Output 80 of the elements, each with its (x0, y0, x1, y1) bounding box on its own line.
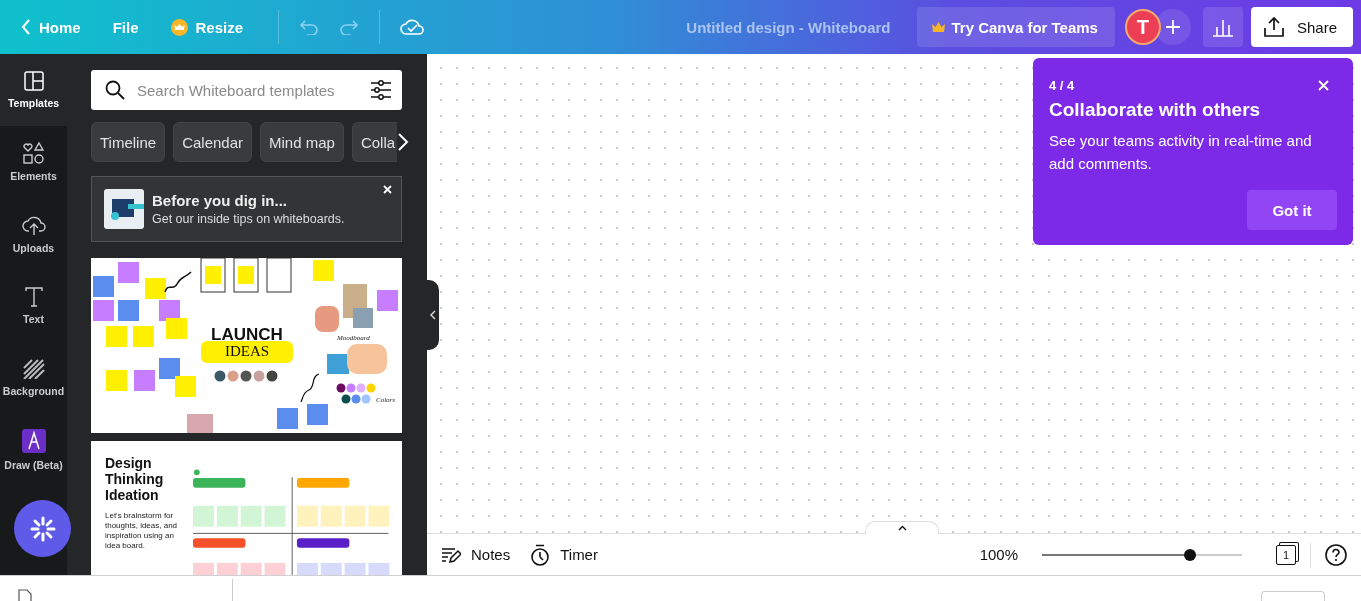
try-teams-button[interactable]: Try Canva for Teams (916, 7, 1115, 47)
upload-icon (1262, 16, 1285, 38)
user-avatar[interactable]: T (1124, 9, 1161, 45)
template-thumbnail[interactable]: Design Thinking Ideation Let's brainstorm for thoughts, ideas, and inspiration using an idea board. (91, 441, 402, 575)
photo-thumbnail (187, 414, 213, 433)
zoom-percentage[interactable]: 100% (979, 546, 1018, 563)
crown-icon (931, 21, 945, 33)
share-button[interactable]: Share (1250, 7, 1353, 47)
note-column (200, 258, 226, 293)
sparkle-icon (29, 515, 56, 542)
squiggle-line (164, 271, 192, 293)
tooltip-title: Collaborate with others (1049, 99, 1262, 121)
template-title: Design Thinking Ideation (105, 455, 165, 504)
layout-icon (23, 71, 44, 91)
bar-chart-icon (1211, 17, 1234, 37)
stopwatch-icon (530, 543, 551, 566)
letter-t-icon (24, 287, 43, 307)
help-icon[interactable] (1325, 543, 1347, 566)
category-chip[interactable]: Timeline (91, 122, 166, 162)
chevron-up-icon (897, 525, 907, 531)
template-title: LAUNCH (211, 325, 283, 344)
collapse-panel-handle[interactable] (427, 280, 439, 350)
sticky-note (133, 326, 154, 347)
close-icon[interactable] (383, 185, 392, 194)
sticky-note (313, 260, 334, 281)
sticky-note (134, 370, 155, 391)
sticky-note (145, 278, 166, 299)
sticky-note (93, 276, 114, 297)
sticky-note (307, 404, 328, 425)
step-counter: 4 / 4 (1049, 78, 1075, 93)
category-chip[interactable]: Calendar (173, 122, 252, 162)
notes-icon (441, 545, 461, 564)
rail-tab[interactable]: Templates (0, 54, 67, 126)
file-icon (18, 589, 32, 601)
plus-icon (1165, 20, 1180, 34)
sticky-note (377, 290, 398, 311)
zoom-slider[interactable] (1042, 547, 1242, 562)
crown-icon (170, 18, 188, 36)
template-description: Let's brainstorm for thoughts, ideas, and inspiration using an idea board. (105, 511, 179, 552)
sticky-note (106, 326, 127, 347)
note-column (233, 258, 259, 293)
squiggle-line (300, 373, 320, 403)
pen-icon (21, 429, 46, 453)
tip-card[interactable]: Before you dig in... Get our inside tips on whiteboards. (91, 176, 402, 242)
hatch-icon (22, 359, 45, 379)
sticky-note (118, 262, 139, 283)
slider-thumb[interactable] (1184, 548, 1196, 561)
template-title: IDEAS (224, 343, 270, 359)
apps-fab-button[interactable] (14, 500, 71, 557)
cloud-upload-icon (21, 214, 46, 236)
tips-thumbnail-icon (104, 189, 144, 229)
notes-button[interactable]: Notes (441, 545, 511, 564)
shapes-icon (22, 142, 45, 164)
filter-icon[interactable] (370, 80, 392, 100)
sticky-note (175, 376, 196, 397)
page-count-button[interactable]: 1 (1276, 544, 1296, 565)
avatars-drawing (214, 370, 278, 382)
color-swatches-drawing (336, 383, 376, 404)
sticky-note (118, 300, 139, 321)
sticky-note (166, 318, 187, 339)
category-chip[interactable]: Colla (351, 122, 398, 162)
tooltip-text: See your teams activity in real-time and add comments. (1049, 131, 1313, 174)
insights-button[interactable] (1202, 7, 1243, 47)
search-field[interactable]: Search Whiteboard templates (91, 70, 402, 110)
note-column (266, 258, 292, 293)
got-it-button[interactable]: Got it (1247, 190, 1337, 230)
close-icon[interactable] (1318, 80, 1329, 91)
sticky-note (93, 300, 114, 321)
search-icon (105, 80, 125, 100)
cloud-check-icon[interactable] (400, 18, 425, 36)
tip-text: Get our inside tips on whiteboards. (152, 212, 345, 226)
sticky-note (106, 370, 127, 391)
back-chevron-icon (21, 19, 31, 35)
chevron-right-icon[interactable] (397, 133, 410, 151)
chevron-left-icon (430, 310, 436, 320)
sticky-note (277, 408, 298, 429)
tip-title: Before you dig in... (152, 192, 288, 209)
timer-button[interactable]: Timer (530, 543, 598, 566)
category-chip[interactable]: Mind map (260, 122, 344, 162)
sticky-note (159, 358, 180, 379)
